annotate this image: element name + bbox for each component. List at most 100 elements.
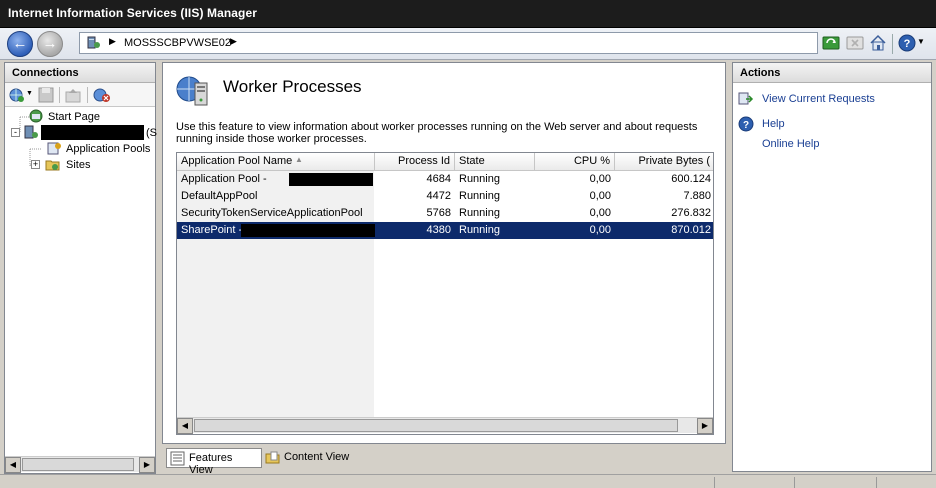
tab-label: Features View bbox=[189, 452, 233, 476]
window-title: Internet Information Services (IIS) Mana… bbox=[8, 6, 258, 20]
cell-app-pool: SecurityTokenServiceApplicationPool bbox=[181, 207, 363, 219]
cell-private-bytes: 7.880 bbox=[683, 190, 711, 202]
cell-state: Running bbox=[459, 207, 500, 219]
cell-state: Running bbox=[459, 224, 500, 236]
scrollbar-thumb[interactable] bbox=[194, 419, 678, 432]
forward-button[interactable]: → bbox=[37, 31, 63, 57]
column-header-process-id[interactable]: Process Id bbox=[375, 153, 455, 171]
cell-cpu: 0,00 bbox=[589, 190, 611, 202]
refresh-icon[interactable] bbox=[822, 34, 840, 52]
cell-process-id: 4684 bbox=[426, 173, 451, 185]
column-header-private-bytes[interactable]: Private Bytes ( bbox=[615, 153, 713, 171]
connections-hscrollbar[interactable]: ◀ ▶ bbox=[5, 456, 155, 473]
tab-content-view[interactable]: Content View bbox=[262, 448, 362, 468]
toolbar-separator bbox=[892, 34, 893, 54]
connections-pane: Connections ▼ Start Page - (S Applicatio… bbox=[4, 62, 157, 474]
actions-header: Actions bbox=[733, 63, 931, 83]
toolbar-separator bbox=[59, 87, 60, 103]
sort-ascending-icon: ▲ bbox=[295, 155, 303, 164]
status-divider bbox=[714, 477, 715, 488]
column-label: Application Pool Name bbox=[181, 155, 293, 167]
tree-item-label: Application Pools bbox=[66, 143, 151, 155]
connections-toolbar: ▼ bbox=[5, 83, 155, 107]
status-divider bbox=[794, 477, 795, 488]
cell-process-id: 4472 bbox=[426, 190, 451, 202]
column-header-app-pool[interactable]: Application Pool Name ▲ bbox=[177, 153, 375, 171]
cell-state: Running bbox=[459, 190, 500, 202]
svg-text:?: ? bbox=[904, 38, 911, 50]
tree-item-server[interactable]: - (S bbox=[11, 125, 157, 141]
redacted-text bbox=[289, 173, 373, 186]
disconnect-icon[interactable] bbox=[93, 87, 111, 103]
up-level-icon[interactable] bbox=[65, 87, 81, 103]
expand-icon[interactable]: + bbox=[31, 160, 40, 169]
back-arrow-icon: ← bbox=[12, 35, 28, 52]
server-icon bbox=[24, 125, 38, 139]
action-label: Online Help bbox=[762, 138, 820, 150]
connections-header: Connections bbox=[5, 63, 155, 83]
connect-dropdown-icon[interactable]: ▼ bbox=[26, 90, 33, 97]
cell-cpu: 0,00 bbox=[589, 207, 611, 219]
cell-process-id: 5768 bbox=[426, 207, 451, 219]
save-icon[interactable] bbox=[38, 87, 54, 103]
status-divider bbox=[876, 477, 877, 488]
address-bar[interactable]: ▶ MOSSSCBPVWSE02 ▶ bbox=[79, 32, 818, 54]
column-header-state[interactable]: State bbox=[455, 153, 535, 171]
breadcrumb-server[interactable]: MOSSSCBPVWSE02 bbox=[124, 37, 231, 49]
breadcrumb-arrow-icon[interactable]: ▶ bbox=[109, 36, 116, 47]
scroll-left-icon[interactable]: ◀ bbox=[177, 418, 193, 434]
view-tabs: Features View Content View bbox=[162, 448, 726, 476]
collapse-icon[interactable]: - bbox=[11, 128, 20, 137]
content-view-icon bbox=[265, 451, 280, 464]
help-icon: ? bbox=[738, 116, 754, 132]
worker-processes-icon bbox=[176, 76, 208, 106]
scroll-right-icon[interactable]: ▶ bbox=[697, 418, 713, 434]
breadcrumb-arrow-icon[interactable]: ▶ bbox=[230, 36, 237, 47]
forward-arrow-icon: → bbox=[42, 35, 58, 52]
cell-private-bytes: 276.832 bbox=[671, 207, 711, 219]
start-page-icon bbox=[29, 109, 43, 123]
cell-state: Running bbox=[459, 173, 500, 185]
tree-item-label: Start Page bbox=[48, 111, 100, 123]
actions-pane: Actions View Current Requests ? Help Onl… bbox=[732, 62, 932, 472]
cell-process-id: 4380 bbox=[426, 224, 451, 236]
scrollbar-thumb[interactable] bbox=[22, 458, 134, 471]
back-button[interactable]: ← bbox=[7, 31, 33, 57]
features-view-icon bbox=[170, 451, 185, 466]
feature-pane: Worker Processes Use this feature to vie… bbox=[162, 62, 726, 444]
feature-description: Use this feature to view information abo… bbox=[176, 121, 698, 145]
help-dropdown-icon[interactable]: ▼ bbox=[917, 37, 925, 46]
cell-private-bytes: 870.012 bbox=[671, 224, 711, 236]
cell-cpu: 0,00 bbox=[589, 173, 611, 185]
sites-folder-icon bbox=[45, 160, 60, 171]
column-header-cpu[interactable]: CPU % bbox=[535, 153, 615, 171]
action-label: Help bbox=[762, 118, 785, 130]
redacted-text bbox=[241, 224, 375, 237]
tab-features-view[interactable]: Features View bbox=[166, 448, 262, 476]
application-pools-icon bbox=[47, 142, 61, 155]
server-icon bbox=[87, 36, 100, 49]
home-icon[interactable] bbox=[869, 34, 887, 52]
action-label: View Current Requests bbox=[762, 93, 875, 105]
stop-icon[interactable] bbox=[846, 34, 864, 52]
svg-text:?: ? bbox=[743, 120, 749, 131]
navigation-toolbar: ← → ▶ MOSSSCBPVWSE02 ▶ ? ▼ bbox=[0, 28, 936, 60]
help-icon[interactable]: ? bbox=[898, 34, 916, 52]
grid-hscrollbar[interactable]: ◀ ▶ bbox=[177, 417, 713, 434]
tree-item-label: (S bbox=[146, 127, 157, 139]
scroll-right-icon[interactable]: ▶ bbox=[139, 457, 155, 473]
tab-label: Content View bbox=[284, 451, 350, 463]
cell-app-pool: DefaultAppPool bbox=[181, 190, 258, 202]
toolbar-separator bbox=[87, 87, 88, 103]
redacted-server-name bbox=[41, 125, 144, 140]
scroll-left-icon[interactable]: ◀ bbox=[5, 457, 21, 473]
view-requests-icon bbox=[738, 92, 754, 105]
page-title: Worker Processes bbox=[223, 77, 362, 96]
cell-cpu: 0,00 bbox=[589, 224, 611, 236]
connect-globe-icon[interactable] bbox=[9, 87, 25, 103]
cell-private-bytes: 600.124 bbox=[671, 173, 711, 185]
title-bar: Internet Information Services (IIS) Mana… bbox=[0, 0, 936, 28]
connections-tree: Start Page - (S Application Pools + Site… bbox=[5, 107, 157, 455]
status-bar bbox=[0, 474, 936, 488]
worker-process-grid: Application Pool Name ▲ Process Id State… bbox=[176, 152, 714, 435]
